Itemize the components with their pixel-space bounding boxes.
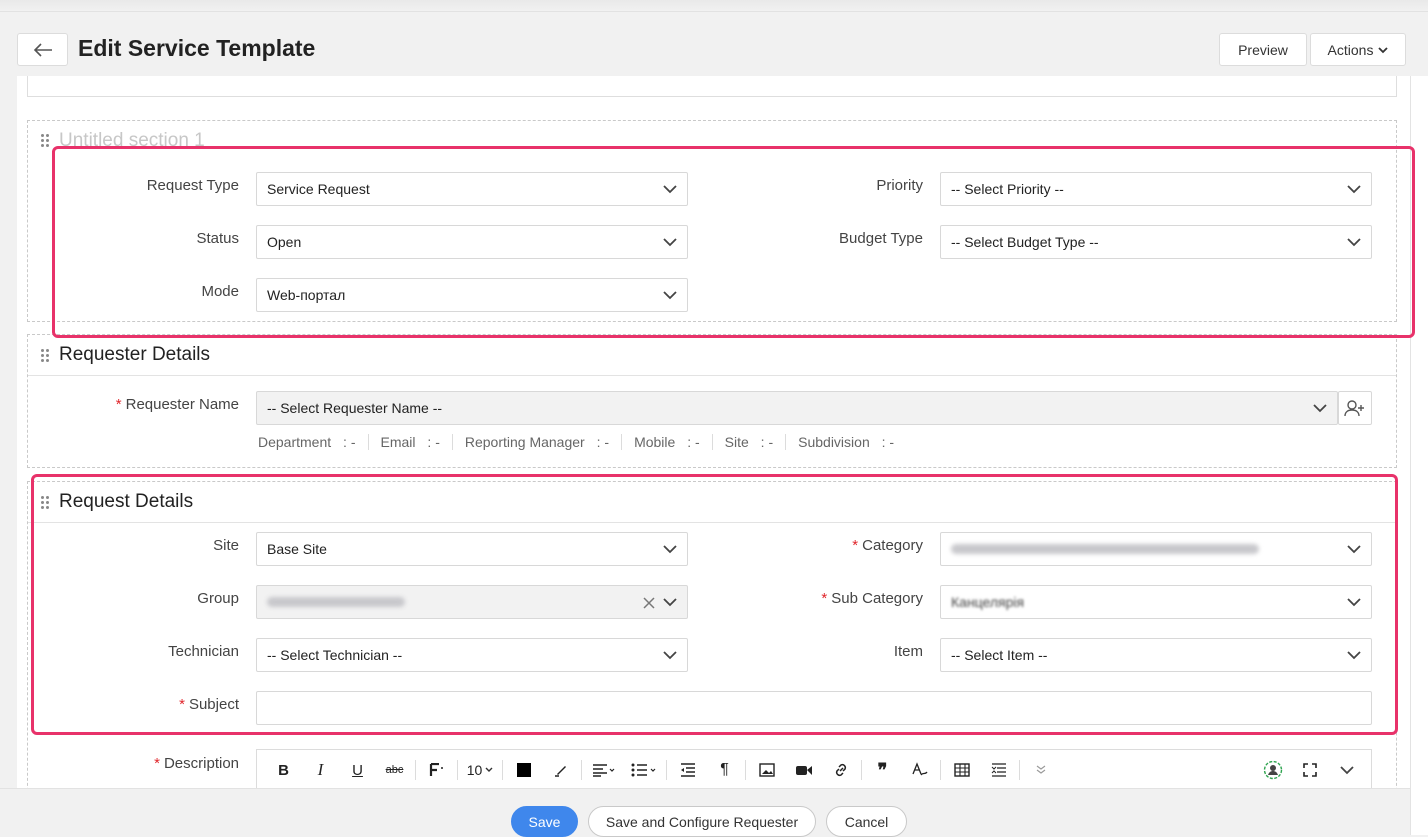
back-button[interactable] bbox=[17, 33, 68, 66]
table-icon bbox=[953, 763, 970, 777]
clear-format-icon bbox=[911, 762, 928, 776]
image-icon bbox=[758, 763, 775, 777]
insert-table-button[interactable] bbox=[943, 758, 980, 782]
user-mention-button[interactable] bbox=[1254, 758, 1291, 782]
divider bbox=[28, 375, 1396, 376]
fullscreen-button[interactable] bbox=[1291, 758, 1328, 782]
line-spacing-button[interactable] bbox=[980, 758, 1017, 782]
bold-button[interactable]: B bbox=[265, 758, 302, 782]
previous-section-box bbox=[27, 76, 1397, 97]
video-icon bbox=[795, 766, 812, 775]
font-size-select[interactable]: 10 bbox=[460, 758, 500, 782]
align-button[interactable] bbox=[584, 758, 624, 782]
preview-button[interactable]: Preview bbox=[1219, 33, 1307, 66]
strikethrough-button[interactable]: abc bbox=[376, 758, 413, 782]
highlight-box bbox=[31, 474, 1398, 735]
bullet-list-icon bbox=[631, 763, 656, 777]
font-family-button[interactable] bbox=[418, 758, 455, 782]
font-icon bbox=[429, 763, 443, 776]
actions-button[interactable]: Actions bbox=[1310, 33, 1406, 66]
line-spacing-icon bbox=[991, 763, 1006, 777]
list-button[interactable] bbox=[624, 758, 664, 782]
chevron-down-icon bbox=[485, 767, 493, 772]
blockquote-button[interactable]: ❞ bbox=[864, 758, 901, 782]
arrow-left-icon bbox=[33, 42, 52, 57]
section-title: Requester Details bbox=[59, 344, 211, 365]
top-bar bbox=[0, 0, 1428, 12]
page-title: Edit Service Template bbox=[78, 35, 316, 61]
chevron-down-icon bbox=[1313, 404, 1327, 413]
outdent-button[interactable] bbox=[669, 758, 706, 782]
info-site: Site : - bbox=[711, 434, 785, 450]
requester-name-label: * Requester Name bbox=[115, 396, 239, 413]
requester-name-select[interactable]: -- Select Requester Name -- bbox=[256, 391, 1338, 425]
chevron-down-icon bbox=[1378, 46, 1389, 53]
clear-format-button[interactable] bbox=[901, 758, 938, 782]
save-configure-requester-button[interactable]: Save and Configure Requester bbox=[588, 806, 816, 837]
description-editor-toolbar: B I U abc 10 ¶ ❞ bbox=[256, 749, 1372, 788]
highlight-box bbox=[52, 146, 1415, 338]
form-footer: Save Save and Configure Requester Cancel bbox=[0, 788, 1410, 837]
text-color-button[interactable] bbox=[505, 758, 542, 782]
info-department: Department : - bbox=[258, 434, 356, 450]
cancel-button[interactable]: Cancel bbox=[826, 806, 907, 837]
outdent-icon bbox=[680, 763, 695, 777]
more-options-button[interactable] bbox=[1022, 758, 1059, 782]
fullscreen-icon bbox=[1302, 763, 1317, 777]
align-left-icon bbox=[593, 764, 615, 777]
link-icon bbox=[835, 763, 846, 777]
highlighter-icon bbox=[554, 766, 566, 777]
italic-button[interactable]: I bbox=[302, 758, 339, 782]
info-subdivision: Subdivision : - bbox=[785, 434, 906, 450]
info-email: Email : - bbox=[367, 434, 452, 450]
info-mobile: Mobile : - bbox=[621, 434, 712, 450]
chevron-down-icon bbox=[1339, 766, 1354, 775]
save-button[interactable]: Save bbox=[511, 806, 578, 837]
page-header: Edit Service Template Preview Actions bbox=[0, 12, 1428, 76]
double-chevron-down-icon bbox=[1036, 765, 1045, 774]
drag-handle-icon[interactable] bbox=[41, 349, 51, 363]
highlight-button[interactable] bbox=[542, 758, 579, 782]
info-reporting-manager: Reporting Manager : - bbox=[451, 434, 621, 450]
add-user-icon bbox=[1344, 400, 1364, 417]
insert-image-button[interactable] bbox=[748, 758, 785, 782]
user-circle-icon bbox=[1263, 760, 1282, 780]
collapse-toolbar-button[interactable] bbox=[1328, 758, 1365, 782]
insert-video-button[interactable] bbox=[785, 758, 822, 782]
description-label: * Description bbox=[154, 755, 239, 772]
underline-button[interactable]: U bbox=[339, 758, 376, 782]
insert-link-button[interactable] bbox=[822, 758, 859, 782]
text-color-swatch bbox=[516, 763, 531, 777]
drag-handle-icon[interactable] bbox=[41, 134, 51, 148]
add-requester-button[interactable] bbox=[1338, 391, 1372, 425]
requester-info-row: Department : - Email : - Reporting Manag… bbox=[258, 434, 906, 450]
paragraph-button[interactable]: ¶ bbox=[706, 758, 743, 782]
